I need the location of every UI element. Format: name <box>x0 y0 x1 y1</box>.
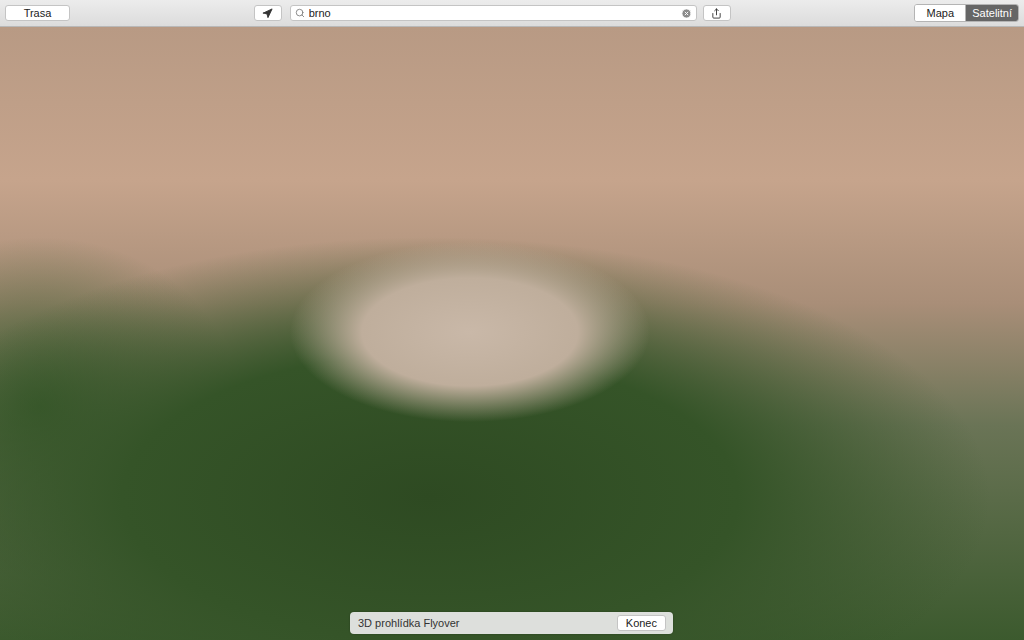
route-button[interactable]: Trasa <box>5 5 70 21</box>
toolbar: Trasa MapaSatelitní <box>0 0 1024 27</box>
view-mode-segment[interactable]: Satelitní <box>965 5 1018 21</box>
flyover-title: 3D prohlídka Flyover <box>358 617 460 629</box>
view-mode-control: MapaSatelitní <box>914 4 1019 22</box>
satellite-flyover-view[interactable]: 3D prohlídka Flyover Konec <box>0 27 1024 640</box>
flyover-bar: 3D prohlídka Flyover Konec <box>350 612 673 634</box>
view-mode-segment[interactable]: Mapa <box>915 5 965 21</box>
location-button[interactable] <box>254 5 282 21</box>
location-arrow-icon <box>262 8 273 19</box>
clear-icon[interactable] <box>681 8 692 19</box>
search-input[interactable] <box>309 7 677 19</box>
share-icon <box>711 8 722 19</box>
search-icon <box>295 8 305 18</box>
share-button[interactable] <box>703 5 731 21</box>
maps-window: Trasa MapaSatelitní 3D prohlídka Flyover Ko… <box>0 0 1024 640</box>
search-field[interactable] <box>290 5 697 21</box>
end-button[interactable]: Konec <box>617 615 666 631</box>
